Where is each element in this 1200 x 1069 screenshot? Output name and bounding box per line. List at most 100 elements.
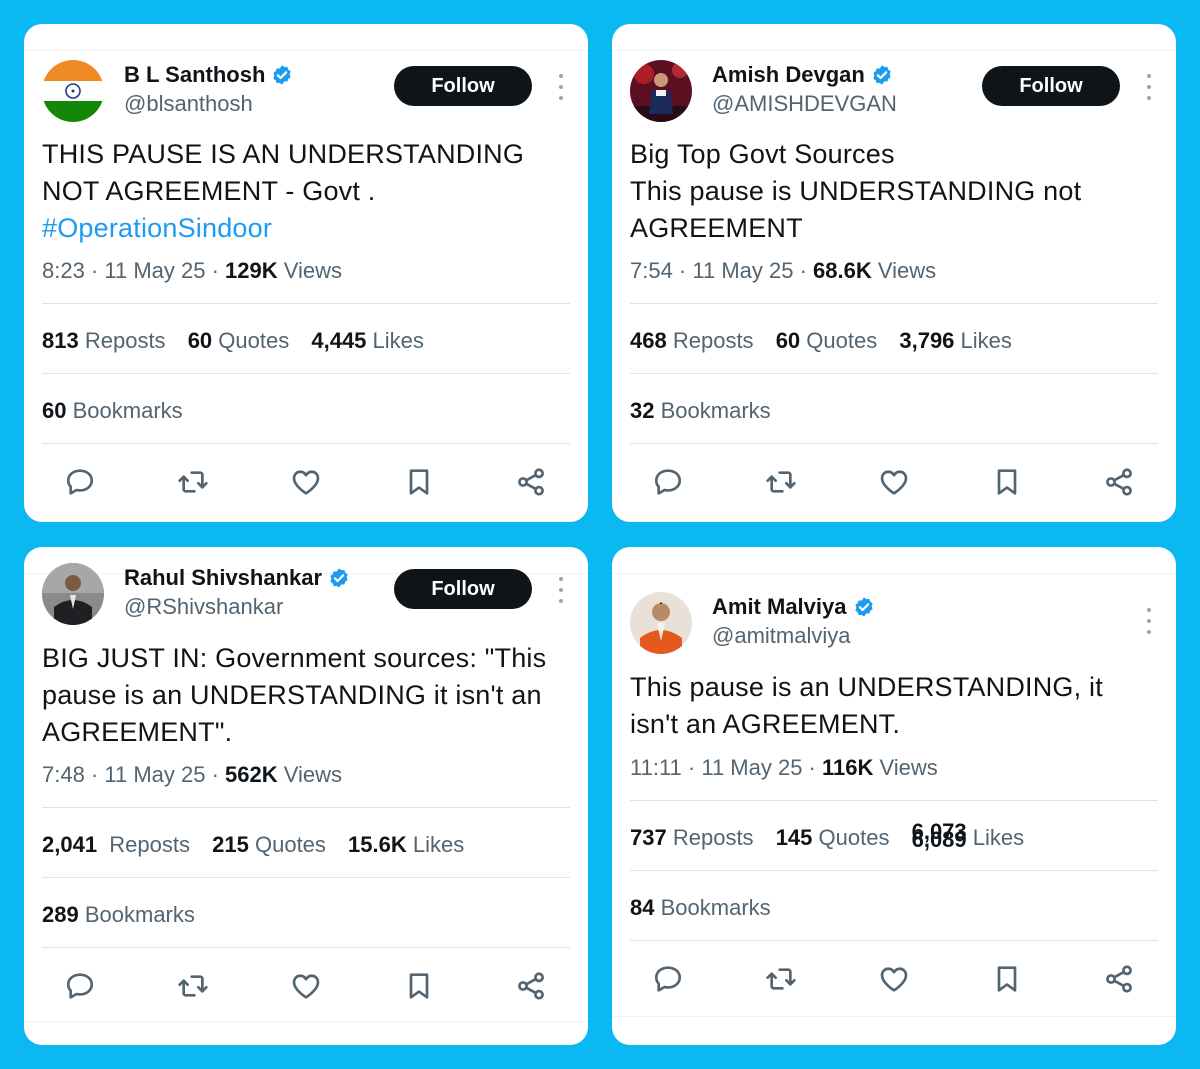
views-label: Views <box>277 258 343 283</box>
author-handle[interactable]: @blsanthosh <box>124 90 293 118</box>
tweet-header: Rahul Shivshankar @RShivshankar Follow <box>42 563 570 629</box>
author-handle[interactable]: @amitmalviya <box>712 622 875 650</box>
tweet-text-line: THIS PAUSE IS AN UNDERSTANDING <box>42 139 525 169</box>
tweet-text: Big Top Govt Sources This pause is UNDER… <box>630 136 1158 247</box>
tweet-card-amishdevgan: Amish Devgan @AMISHDEVGAN Follow Big Top… <box>612 24 1176 522</box>
repost-icon[interactable] <box>761 959 801 999</box>
tweet-text-line: BIG JUST IN: Government sources: "This <box>42 643 547 673</box>
likes-count: 6,089 <box>911 827 967 852</box>
quotes-stat[interactable]: 215 Quotes <box>212 832 326 857</box>
bookmarks-stat[interactable]: 32 Bookmarks <box>630 398 771 424</box>
share-icon[interactable] <box>1099 959 1139 999</box>
hashtag-link[interactable]: #OperationSindoor <box>42 210 570 247</box>
quotes-stat[interactable]: 60 Quotes <box>776 328 878 353</box>
share-icon[interactable] <box>511 462 551 502</box>
divider <box>42 373 570 374</box>
like-icon[interactable] <box>874 959 914 999</box>
person-on-stage-avatar[interactable] <box>630 60 692 122</box>
reply-icon[interactable] <box>648 462 688 502</box>
reply-icon[interactable] <box>60 462 100 502</box>
follow-button[interactable]: Follow <box>394 66 532 106</box>
quotes-stat[interactable]: 60 Quotes <box>188 328 290 353</box>
tweet-time[interactable]: 7:48 · 11 May 25 · <box>42 762 225 787</box>
card-bottom-divider <box>612 1016 1176 1017</box>
likes-stat[interactable]: 15.6K Likes <box>348 832 464 857</box>
repost-icon[interactable] <box>761 462 801 502</box>
person-orange-jacket-avatar[interactable] <box>630 592 692 654</box>
bookmarks-stat[interactable]: 289 Bookmarks <box>42 902 195 928</box>
like-icon[interactable] <box>286 462 326 502</box>
tweet-timestamp: 7:54 · 11 May 25 · 68.6K Views <box>630 258 936 284</box>
tweet-text-line: This pause is an UNDERSTANDING, it <box>630 672 1103 702</box>
more-options-icon[interactable] <box>1144 608 1154 634</box>
tweet-time[interactable]: 8:23 · 11 May 25 · <box>42 258 225 283</box>
reply-icon[interactable] <box>60 966 100 1006</box>
divider <box>630 870 1158 871</box>
author-name[interactable]: Rahul Shivshankar <box>124 565 322 591</box>
india-flag-avatar[interactable] <box>42 60 104 122</box>
tweet-time[interactable]: 11:11 · 11 May 25 · <box>630 755 822 780</box>
bookmarks-stat[interactable]: 60 Bookmarks <box>42 398 183 424</box>
more-options-icon[interactable] <box>1144 74 1154 100</box>
more-options-icon[interactable] <box>556 74 566 100</box>
tweet-text-line: AGREEMENT <box>630 213 803 243</box>
verified-badge-icon <box>873 65 891 85</box>
author-info: Amit Malviya @amitmalviya <box>712 592 875 650</box>
like-icon[interactable] <box>874 462 914 502</box>
tweet-actions <box>630 462 1158 502</box>
reposts-stat[interactable]: 737 Reposts <box>630 825 754 850</box>
engagement-stats: 813 Reposts 60 Quotes 4,445 Likes <box>42 328 440 354</box>
bookmarks-stat[interactable]: 84 Bookmarks <box>630 895 771 921</box>
tweet-timestamp: 7:48 · 11 May 25 · 562K Views <box>42 762 342 788</box>
author-name[interactable]: Amish Devgan <box>712 62 865 88</box>
follow-button[interactable]: Follow <box>394 569 532 609</box>
author-handle[interactable]: @RShivshankar <box>124 593 350 621</box>
repost-icon[interactable] <box>173 966 213 1006</box>
views-count: 129K <box>225 258 278 283</box>
share-icon[interactable] <box>511 966 551 1006</box>
likes-stat[interactable]: 6,073 6,089 Likes <box>911 819 1025 852</box>
tweet-timestamp: 11:11 · 11 May 25 · 116K Views <box>630 755 938 781</box>
tweet-text-line: isn't an AGREEMENT. <box>630 709 901 739</box>
tweet-text-line: This pause is UNDERSTANDING not <box>630 176 1082 206</box>
bookmark-icon[interactable] <box>399 966 439 1006</box>
tweet-header: Amish Devgan @AMISHDEVGAN Follow <box>630 60 1158 126</box>
reply-icon[interactable] <box>648 959 688 999</box>
reposts-stat[interactable]: 2,041 Reposts <box>42 832 190 857</box>
share-icon[interactable] <box>1099 462 1139 502</box>
author-info: Rahul Shivshankar @RShivshankar <box>124 563 350 621</box>
tweet-time[interactable]: 7:54 · 11 May 25 · <box>630 258 813 283</box>
author-handle[interactable]: @AMISHDEVGAN <box>712 90 897 118</box>
bookmark-icon[interactable] <box>987 462 1027 502</box>
divider <box>630 800 1158 801</box>
engagement-stats: 737 Reposts 145 Quotes 6,073 6,089 Likes <box>630 819 1040 852</box>
author-name[interactable]: B L Santhosh <box>124 62 265 88</box>
engagement-stats: 2,041 Reposts 215 Quotes 15.6K Likes <box>42 832 480 858</box>
follow-button[interactable]: Follow <box>982 66 1120 106</box>
bookmark-icon[interactable] <box>399 462 439 502</box>
more-options-icon[interactable] <box>556 577 566 603</box>
likes-stat[interactable]: 4,445 Likes <box>311 328 424 353</box>
bookmark-icon[interactable] <box>987 959 1027 999</box>
likes-stat[interactable]: 3,796 Likes <box>899 328 1012 353</box>
reposts-stat[interactable]: 813 Reposts <box>42 328 166 353</box>
card-bottom-divider <box>24 521 588 522</box>
views-label: Views <box>871 258 937 283</box>
verified-badge-icon <box>854 597 873 617</box>
author-name[interactable]: Amit Malviya <box>712 594 847 620</box>
like-icon[interactable] <box>286 966 326 1006</box>
card-top-divider <box>612 573 1176 574</box>
quotes-stat[interactable]: 145 Quotes <box>776 825 890 850</box>
tweet-actions <box>42 462 570 502</box>
tweet-actions <box>42 966 570 1006</box>
person-in-suit-avatar[interactable] <box>42 563 104 625</box>
divider <box>42 807 570 808</box>
repost-icon[interactable] <box>173 462 213 502</box>
divider <box>42 877 570 878</box>
divider <box>630 303 1158 304</box>
tweet-text: BIG JUST IN: Government sources: "This p… <box>42 640 570 751</box>
card-top-divider <box>24 50 588 51</box>
reposts-stat[interactable]: 468 Reposts <box>630 328 754 353</box>
tweet-text: THIS PAUSE IS AN UNDERSTANDING NOT AGREE… <box>42 136 570 247</box>
tweet-text-line: NOT AGREEMENT - Govt . <box>42 176 376 206</box>
